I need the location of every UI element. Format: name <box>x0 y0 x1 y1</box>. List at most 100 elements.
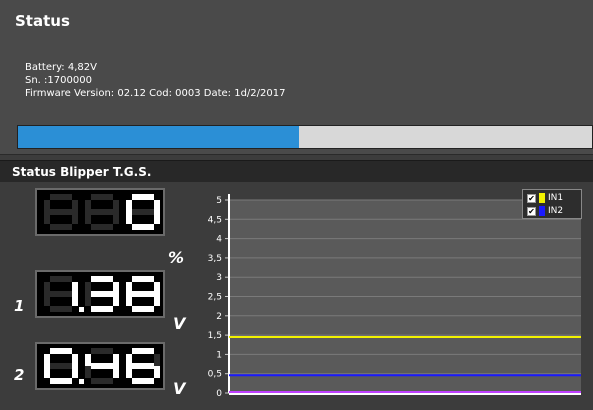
percent-display-digit-0-seg-c <box>72 212 78 224</box>
ch1-display-digit-0-seg-f <box>44 282 50 294</box>
ch1-display-digit-1-seg-f <box>85 282 91 294</box>
percent-display-digit-1-seg-d <box>91 224 113 230</box>
ch1-display-digit-0-seg-b <box>72 282 78 294</box>
ch2-display-decimal-point <box>79 379 84 384</box>
percent-display-digit-0-seg-a <box>50 194 72 200</box>
ch2-display-digit-2-seg-e <box>126 366 132 378</box>
ch1-display-digit-0-seg-e <box>44 294 50 306</box>
ch2-display <box>35 342 165 390</box>
y-tick-label: 0,5 <box>208 370 222 380</box>
percent-display-digit-2-seg-e <box>126 212 132 224</box>
ch1-display-digit-2-seg-g <box>132 291 154 297</box>
in1-swatch <box>539 193 545 203</box>
serial-text: Sn. :1700000 <box>25 75 92 86</box>
ch2-display-digit-0-seg-f <box>44 354 50 366</box>
ch2-display-digit-2-seg-g <box>132 363 154 369</box>
percent-display-digit-1-seg-f <box>85 200 91 212</box>
y-tick-label: 0 <box>216 389 222 399</box>
percent-display-digit-2-seg-f <box>126 200 132 212</box>
ch2-display-digit-0-seg-g <box>50 363 72 369</box>
in2-label: IN2 <box>548 206 564 216</box>
in1-label: IN1 <box>548 193 564 203</box>
y-tick-label: 4,5 <box>208 215 222 225</box>
status-title: Status <box>15 12 70 30</box>
ch1-display-digit-2-seg-f <box>126 282 132 294</box>
legend-item-in1[interactable]: ✔ IN1 <box>527 192 563 204</box>
y-tick-label: 5 <box>216 196 222 206</box>
ch1-unit: V <box>173 314 186 333</box>
ch2-display-digit-1-seg-f <box>85 354 91 366</box>
ch2-display-digit-0-seg-c <box>72 366 78 378</box>
percent-display-digit-0-seg-g <box>50 209 72 215</box>
channel-2-label: 2 <box>14 366 25 384</box>
ch2-unit: V <box>173 379 186 398</box>
percent-unit: % <box>168 248 185 267</box>
ch1-display-digit-1-seg-g <box>91 291 113 297</box>
percent-display-digit-2-seg-a <box>132 194 154 200</box>
ch1-display-digit-2-seg-a <box>132 276 154 282</box>
y-tick-label: 3 <box>216 273 222 283</box>
ch1-display-digit-0-seg-d <box>50 306 72 312</box>
ch2-display-digit-1-seg-g <box>91 363 113 369</box>
percent-display-digit-0-seg-d <box>50 224 72 230</box>
in2-checkbox[interactable]: ✔ <box>527 206 536 216</box>
percent-display-digit-1-seg-c <box>113 212 119 224</box>
progress-bar <box>17 125 593 149</box>
ch1-display-digits <box>44 276 160 312</box>
in1-checkbox[interactable]: ✔ <box>527 193 536 203</box>
ch1-display-digit-2-seg-b <box>154 282 160 294</box>
y-tick-label: 4 <box>216 235 222 245</box>
y-tick-label: 3,5 <box>208 254 222 264</box>
ch2-display-digit-0-seg-a <box>50 348 72 354</box>
percent-display-digit-2-seg-b <box>154 200 160 212</box>
ch2-display-digit-2-seg-f <box>126 354 132 366</box>
ch1-display <box>35 270 165 318</box>
ch2-display-digit-1-seg-c <box>113 366 119 378</box>
ch1-display-digit-0-seg-g <box>50 291 72 297</box>
ch1-display-digit-2-seg-d <box>132 306 154 312</box>
ch1-display-digit-0-seg-c <box>72 294 78 306</box>
percent-display-digit-0-seg-e <box>44 212 50 224</box>
legend-item-in2[interactable]: ✔ IN2 <box>527 205 563 217</box>
ch2-display-digit-2-seg-b <box>154 354 160 366</box>
percent-display-digit-0-seg-b <box>72 200 78 212</box>
y-tick-label: 2,5 <box>208 293 222 303</box>
percent-display <box>35 188 165 236</box>
ch2-display-digit-2-seg-d <box>132 378 154 384</box>
ch2-display-digit-0-seg-e <box>44 366 50 378</box>
progress-fill <box>18 126 300 148</box>
in2-swatch <box>539 206 545 216</box>
ch2-display-digit-2-seg-c <box>154 366 160 378</box>
ch2-display-digit-0-seg-b <box>72 354 78 366</box>
percent-display-digit-2-seg-g <box>132 209 154 215</box>
blipper-header: Status Blipper T.G.S. <box>0 160 593 182</box>
ch1-display-decimal-point <box>79 307 84 312</box>
ch2-display-digit-0-seg-d <box>50 378 72 384</box>
ch2-display-digit-2-seg-a <box>132 348 154 354</box>
ch2-display-digit-1-seg-d <box>91 378 113 384</box>
percent-display-digit-1-seg-g <box>91 209 113 215</box>
ch2-display-digits <box>44 348 160 384</box>
percent-display-digit-2-seg-c <box>154 212 160 224</box>
percent-display-digit-1-seg-e <box>85 212 91 224</box>
ch2-display-digit-1-seg-a <box>91 348 113 354</box>
voltage-chart: 0 0,5 1 1,5 2 2,5 3 3,5 4 4,5 5 <box>208 194 581 399</box>
ch1-display-digit-1-seg-d <box>91 306 113 312</box>
percent-display-digit-2-seg-d <box>132 224 154 230</box>
ch1-display-digit-2-seg-e <box>126 294 132 306</box>
percent-display-digit-1-seg-a <box>91 194 113 200</box>
ch2-display-digit-1-seg-b <box>113 354 119 366</box>
ch1-display-digit-1-seg-a <box>91 276 113 282</box>
ch2-display-digit-1-seg-e <box>85 366 91 378</box>
battery-text: Battery: 4,82V <box>25 62 97 73</box>
percent-display-digit-1-seg-b <box>113 200 119 212</box>
y-tick-label: 1 <box>216 350 222 360</box>
ch1-display-digit-2-seg-c <box>154 294 160 306</box>
chart-legend: ✔ IN1 ✔ IN2 <box>522 189 582 219</box>
ch1-display-digit-0-seg-a <box>50 276 72 282</box>
channel-1-label: 1 <box>14 297 25 315</box>
ch1-display-digit-1-seg-e <box>85 294 91 306</box>
ch1-display-digit-1-seg-b <box>113 282 119 294</box>
y-tick-label: 2 <box>216 312 222 322</box>
percent-display-digits <box>44 194 160 230</box>
